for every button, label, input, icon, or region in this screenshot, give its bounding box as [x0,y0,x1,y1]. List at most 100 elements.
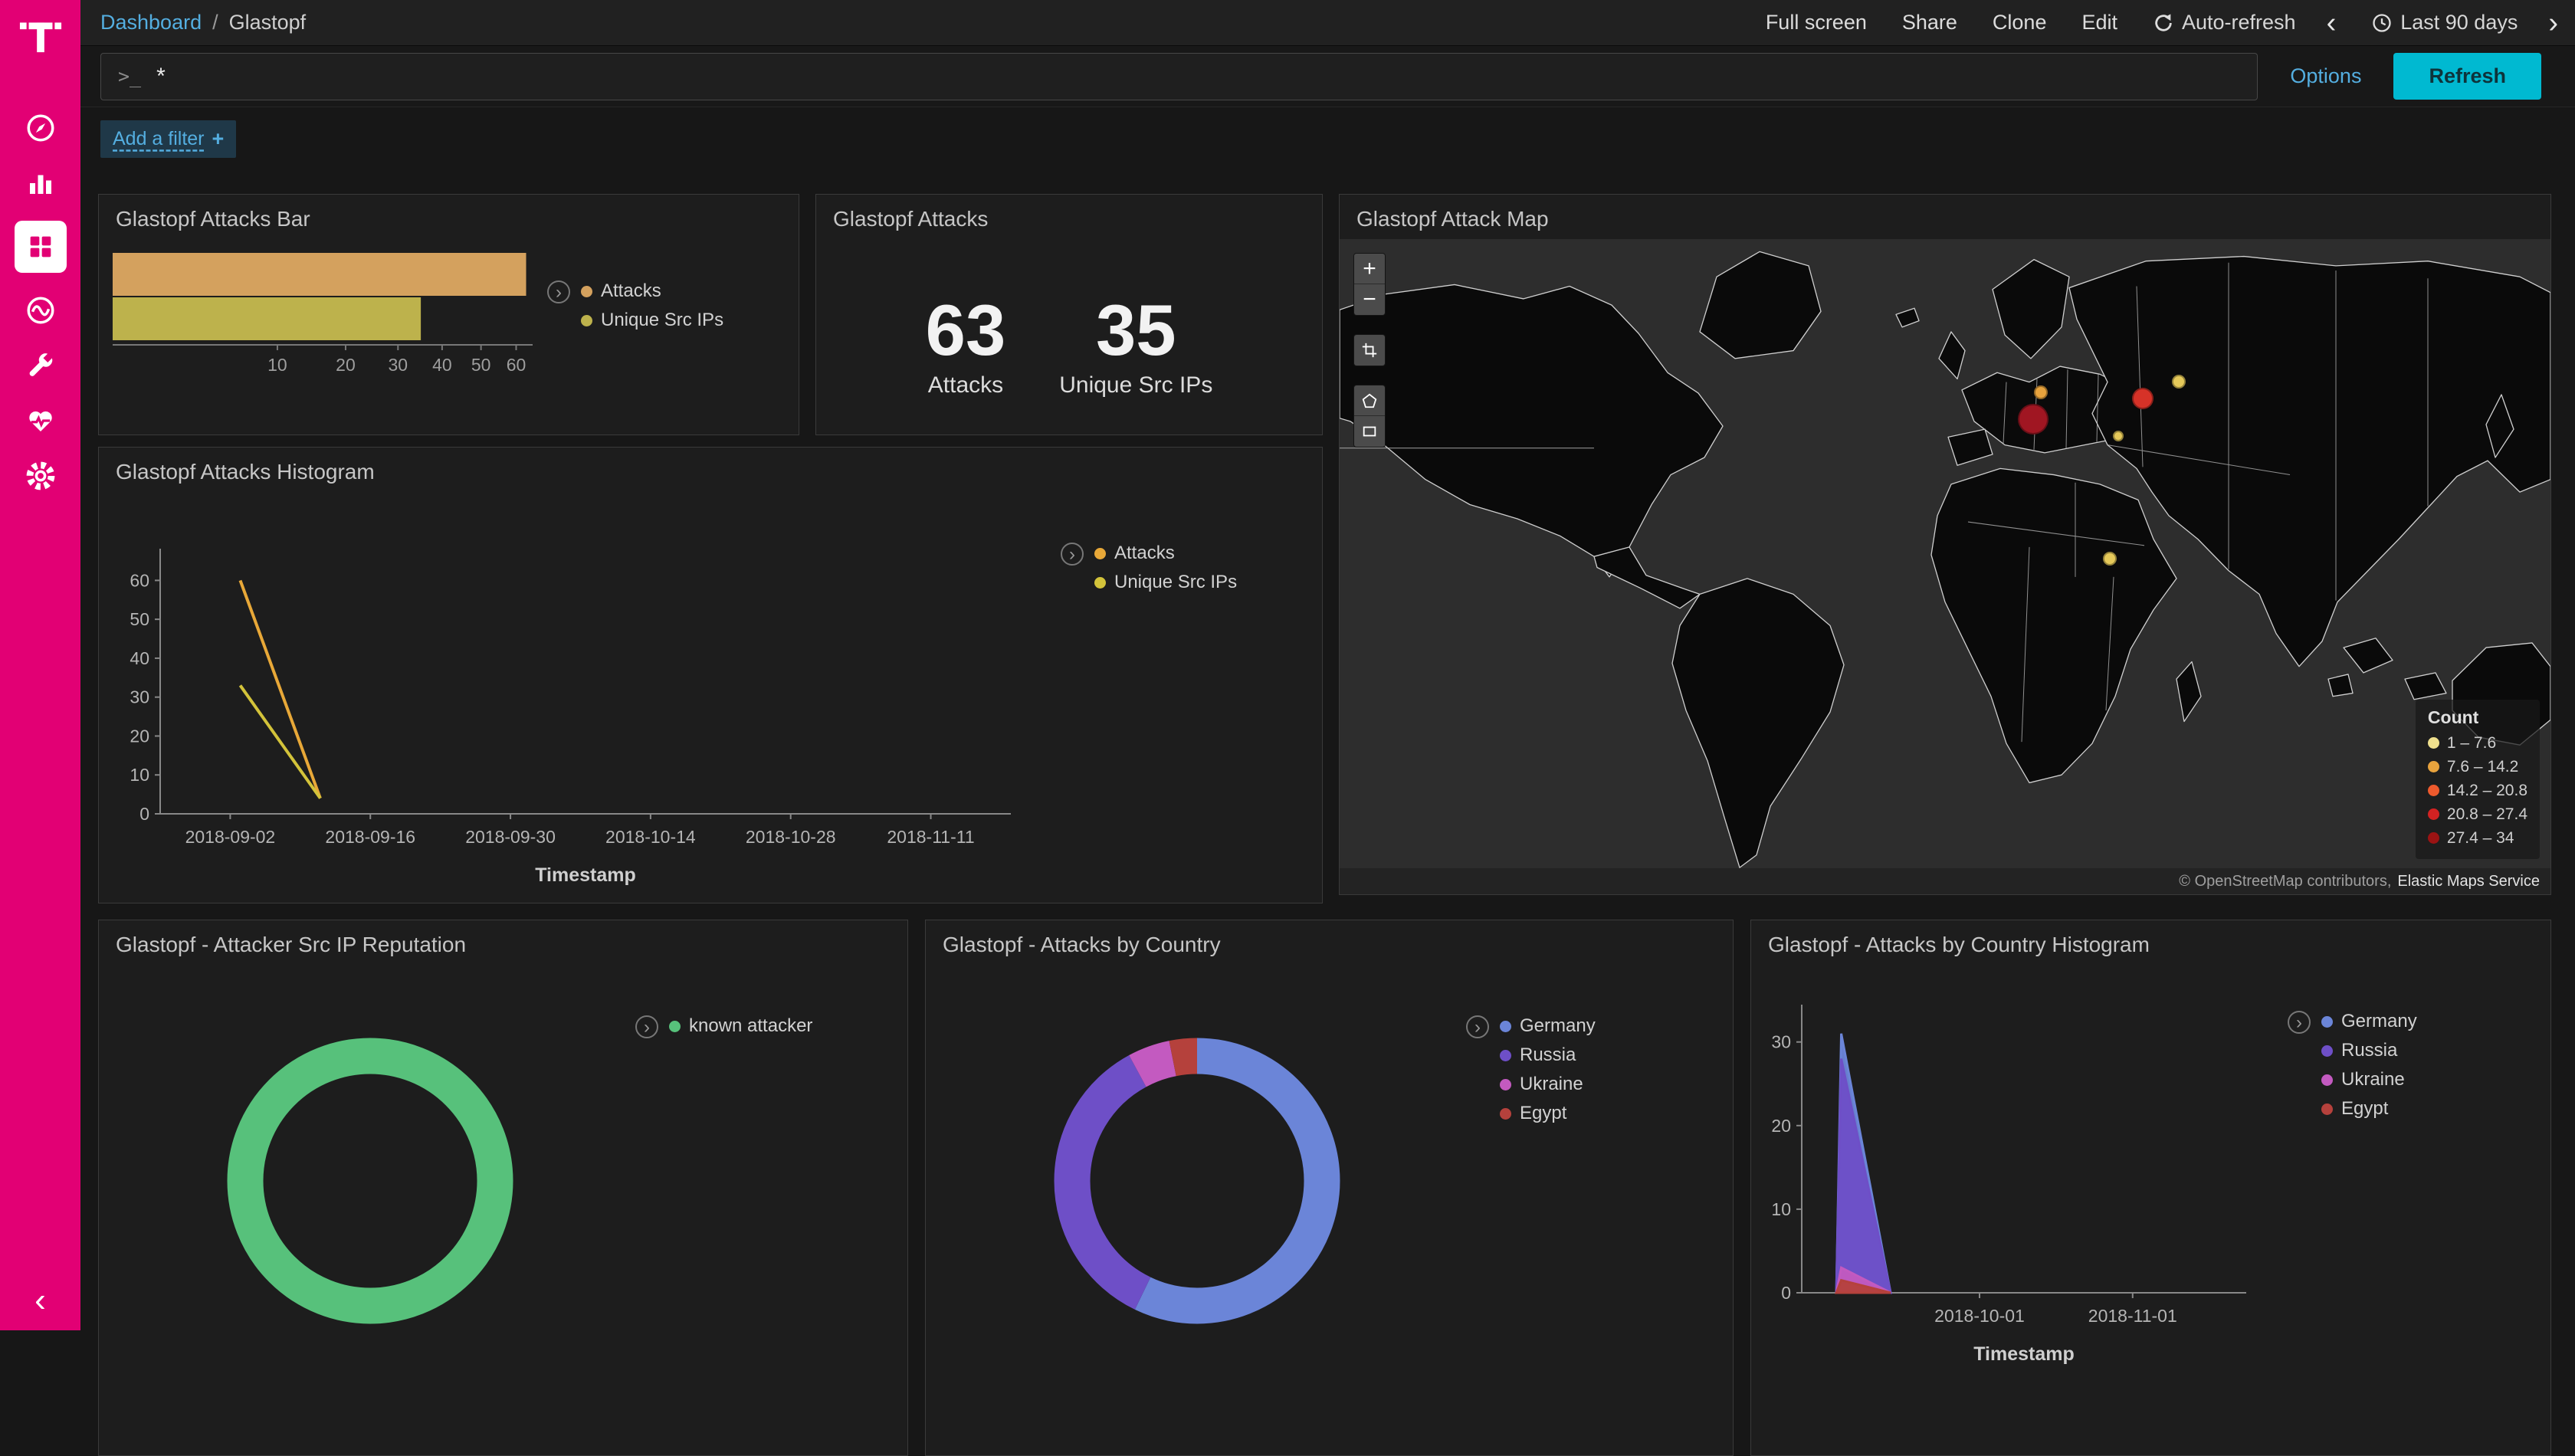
map-legend-row: 1 – 7.6 [2428,731,2527,755]
svg-text:20: 20 [1771,1116,1791,1136]
attack-map[interactable]: + − Count 1 – 7.67.6 – 14.214.2 – 20.820… [1340,239,2550,894]
map-attribution: © OpenStreetMap contributors, Elastic Ma… [1340,868,2550,894]
legend-item[interactable]: known attacker [669,1015,812,1037]
legend-item[interactable]: Attacks [581,280,723,302]
refresh-button[interactable]: Refresh [2393,53,2541,100]
t-mobile-logo [18,11,63,55]
attacks-bar-chart[interactable]: 102030405060 [105,245,557,398]
legend-item[interactable]: Egypt [2321,1098,2417,1120]
legend-toggle-icon[interactable]: › [635,1015,658,1038]
rectangle-tool-button[interactable] [1354,416,1385,447]
reputation-donut-chart[interactable] [209,1020,531,1342]
dev-tools-wrench-icon[interactable] [23,348,58,383]
legend-item[interactable]: Russia [2321,1040,2417,1061]
legend-label: Germany [1520,1015,1596,1037]
svg-text:2018-09-16: 2018-09-16 [325,827,415,847]
legend-label: Russia [1520,1044,1576,1066]
legend-item[interactable]: Russia [1500,1044,1596,1066]
legend-toggle-icon[interactable]: › [1466,1015,1489,1038]
attack-location-dot[interactable] [2172,375,2186,389]
svg-text:2018-10-14: 2018-10-14 [605,827,696,847]
zoom-in-button[interactable]: + [1354,254,1385,284]
attack-location-dot[interactable] [2018,404,2049,435]
map-legend-color-dot [2428,808,2439,820]
query-value: * [156,64,166,90]
legend-color-dot [1094,548,1106,559]
map-legend-row: 14.2 – 20.8 [2428,779,2527,802]
attack-location-dot[interactable] [2103,552,2117,566]
monitoring-heartbeat-icon[interactable] [23,403,58,438]
time-forward-arrow[interactable]: › [2548,11,2558,34]
legend-color-dot [581,315,592,326]
attack-location-dot[interactable] [2132,388,2153,409]
legend-item[interactable]: Unique Src IPs [581,310,723,331]
attack-location-dot[interactable] [2034,385,2048,399]
svg-text:30: 30 [388,355,408,375]
legend-label: known attacker [689,1015,812,1037]
svg-text:10: 10 [1771,1199,1791,1219]
legend-item[interactable]: Unique Src IPs [1094,572,1237,593]
legend-item[interactable]: Germany [1500,1015,1596,1037]
chart-legend: › known attacker [635,1015,812,1038]
metric-attacks: 63Attacks [926,294,1006,398]
map-legend-range: 14.2 – 20.8 [2447,779,2527,802]
auto-refresh-button[interactable]: Auto-refresh [2153,11,2296,34]
edit-button[interactable]: Edit [2081,11,2117,34]
legend-item[interactable]: Attacks [1094,543,1237,564]
zoom-out-button[interactable]: − [1354,284,1385,315]
legend-item[interactable]: Egypt [1500,1103,1596,1124]
share-button[interactable]: Share [1902,11,1957,34]
svg-text:40: 40 [432,355,452,375]
legend-color-dot [1500,1108,1511,1120]
sidebar-nav [15,110,67,494]
filter-bar: Add a filter + [80,108,2575,175]
time-range-picker[interactable]: Last 90 days [2371,11,2518,34]
svg-text:60: 60 [130,570,149,590]
legend-toggle-icon[interactable]: › [2288,1011,2311,1034]
elastic-maps-attribution[interactable]: Elastic Maps Service [2397,873,2540,890]
full-screen-button[interactable]: Full screen [1766,11,1867,34]
legend-item[interactable]: Germany [2321,1011,2417,1032]
legend-label: Egypt [1520,1103,1566,1124]
legend-label: Ukraine [2341,1069,2405,1090]
osm-attribution[interactable]: © OpenStreetMap contributors, [2179,873,2391,890]
country-donut-chart[interactable] [1036,1020,1358,1342]
clone-button[interactable]: Clone [1993,11,2047,34]
chart-legend: › Attacks Unique Src IPs [1061,543,1237,593]
add-filter-button[interactable]: Add a filter + [100,120,236,158]
management-gear-icon[interactable] [23,458,58,494]
query-prompt-icon: >_ [118,65,141,87]
search-query-input[interactable]: >_ * [100,53,2258,100]
timelion-icon[interactable] [23,293,58,328]
panel-title: Glastopf Attacks [816,195,1322,239]
svg-text:Timestamp: Timestamp [535,864,636,886]
dashboard-icon[interactable] [15,221,67,273]
legend-item[interactable]: Ukraine [1500,1074,1596,1095]
legend-label: Germany [2341,1011,2417,1032]
legend-color-dot [1500,1079,1511,1090]
legend-item[interactable]: Ukraine [2321,1069,2417,1090]
country-area-chart[interactable]: 01020302018-10-012018-11-01Timestamp [1756,971,2262,1369]
legend-color-dot [1094,577,1106,589]
panel-title: Glastopf Attacks Histogram [99,448,1322,492]
map-legend-color-dot [2428,761,2439,772]
attacks-histogram-chart[interactable]: 01020304050602018-09-022018-09-162018-09… [107,492,1064,890]
panel-attacks-bar: Glastopf Attacks Bar 102030405060 ›Attac… [98,194,799,435]
options-link[interactable]: Options [2290,64,2361,88]
chart-legend: › Attacks Unique Src IPs [547,280,723,331]
map-legend-row: 20.8 – 27.4 [2428,802,2527,826]
map-legend-color-dot [2428,737,2439,749]
discover-icon[interactable] [23,110,58,146]
breadcrumb-dashboard-link[interactable]: Dashboard [100,11,202,34]
svg-text:30: 30 [1771,1032,1791,1052]
time-back-arrow[interactable]: ‹ [2327,11,2337,34]
legend-toggle-icon[interactable]: › [547,280,570,303]
legend-toggle-icon[interactable]: › [1061,543,1084,566]
polygon-tool-button[interactable] [1354,385,1385,416]
visualize-icon[interactable] [23,166,58,201]
legend-label: Attacks [1114,543,1175,564]
crop-tool-button[interactable] [1354,335,1385,366]
map-legend-range: 20.8 – 27.4 [2447,802,2527,826]
collapse-sidebar-icon[interactable]: ‹ [23,1283,58,1318]
attack-location-dot[interactable] [2113,431,2124,441]
